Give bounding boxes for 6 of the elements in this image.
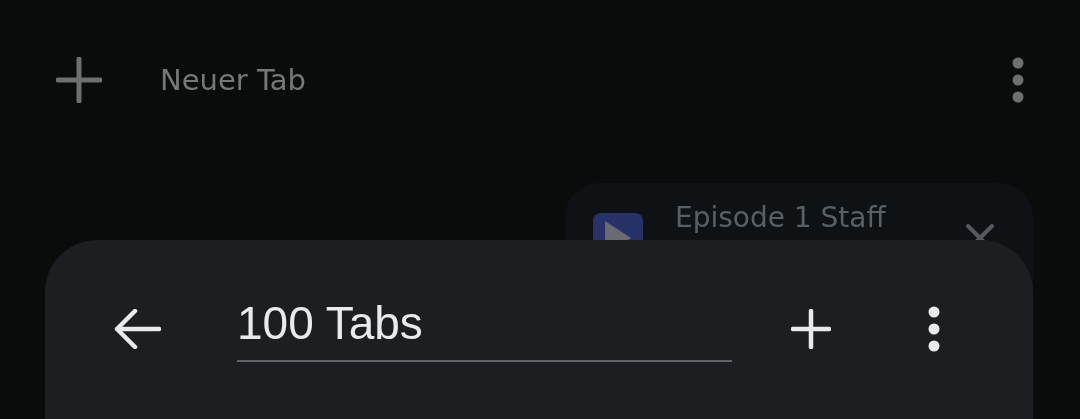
tab-title: Episode 1 Staff bbox=[675, 201, 888, 234]
new-tab-label[interactable]: Neuer Tab bbox=[160, 63, 306, 97]
more-options-icon[interactable] bbox=[927, 306, 941, 352]
group-title-field[interactable]: 100 Tabs bbox=[237, 296, 732, 362]
back-arrow-icon[interactable] bbox=[113, 309, 161, 349]
play-icon bbox=[593, 213, 643, 240]
